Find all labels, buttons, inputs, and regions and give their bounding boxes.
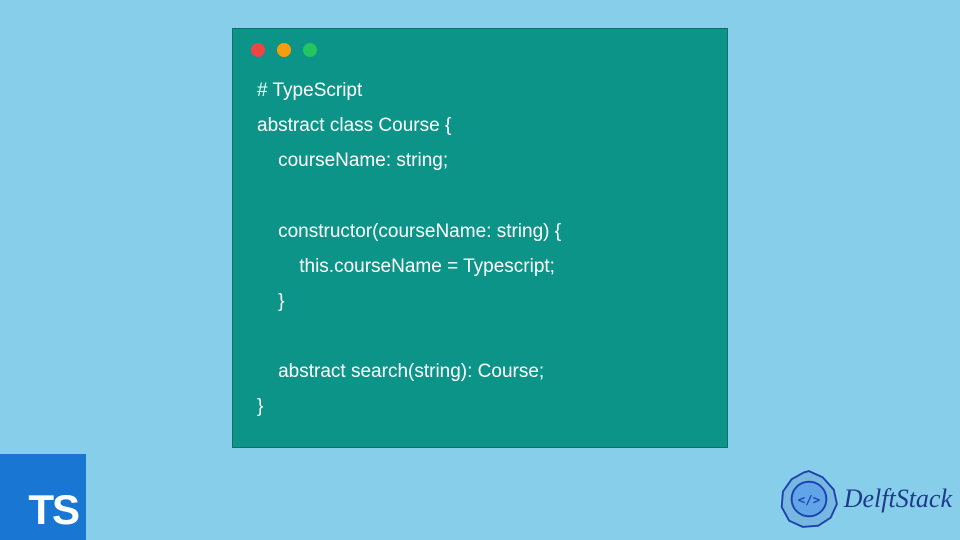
- svg-text:</>: </>: [798, 492, 820, 507]
- typescript-logo-text: TS: [28, 486, 78, 534]
- window-titlebar: [233, 29, 727, 63]
- typescript-logo: TS: [0, 454, 86, 540]
- delftstack-logo-icon: </>: [778, 468, 840, 530]
- code-window: # TypeScript abstract class Course { cou…: [232, 28, 728, 448]
- maximize-icon: [303, 43, 317, 57]
- delftstack-brand: </> DelftStack: [778, 468, 952, 530]
- minimize-icon: [277, 43, 291, 57]
- close-icon: [251, 43, 265, 57]
- code-block: # TypeScript abstract class Course { cou…: [233, 63, 727, 444]
- delftstack-brand-text: DelftStack: [844, 484, 952, 514]
